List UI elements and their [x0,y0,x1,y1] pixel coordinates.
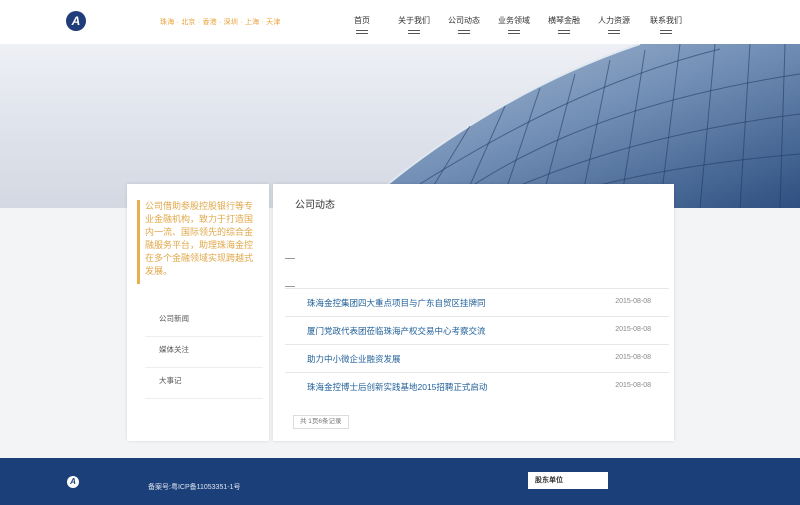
icp-record: 备案号:粤ICP备11053351-1号 [148,484,241,491]
divider [285,286,295,287]
side-item-media[interactable]: 媒体关注 [145,337,263,368]
side-menu: 公司新闻 媒体关注 大事记 [145,306,263,399]
news-title[interactable]: 珠海金控博士后创新实践基地2015招聘正式启动 [307,381,487,393]
news-date: 2015-08-08 [615,382,651,389]
logo-icon[interactable]: A [66,11,86,31]
list-item[interactable]: 助力中小微企业融资发展 2015-08-08 [285,344,669,372]
nav-contact[interactable]: 联系我们 [650,15,682,34]
site-header: A 珠海 · 北京 · 香港 · 深圳 · 上海 · 天津 首页 关于我们 公司… [0,0,800,44]
side-item-company-news[interactable]: 公司新闻 [145,306,263,337]
nav-hengqin-finance[interactable]: 横琴金融 [548,15,580,34]
news-date: 2015-08-08 [615,298,651,305]
nav-indicator-icon [408,30,420,34]
nav-hr[interactable]: 人力资源 [598,15,630,34]
city-list: 珠海 · 北京 · 香港 · 深圳 · 上海 · 天津 [160,19,281,26]
pagination-info: 共 1页6条记录 [293,415,349,429]
nav-indicator-icon [508,30,520,34]
nav-indicator-icon [558,30,570,34]
list-item[interactable]: 珠海金控集团四大重点项目与广东自贸区挂牌同 2015-08-08 [285,288,669,316]
news-title[interactable]: 珠海金控集团四大重点项目与广东自贸区挂牌同 [307,297,486,309]
nav-home[interactable]: 首页 [354,15,370,34]
shareholder-select[interactable]: 股东单位 [528,472,608,489]
nav-indicator-icon [660,30,672,34]
nav-indicator-icon [458,30,470,34]
divider [285,258,295,259]
news-title[interactable]: 助力中小微企业融资发展 [307,353,401,365]
news-panel: 公司动态 珠海金控集团四大重点项目与广东自贸区挂牌同 2015-08-08 厦门… [273,184,674,441]
nav-indicator-icon [608,30,620,34]
site-footer: A 备案号:粤ICP备11053351-1号 股东单位 [0,458,800,505]
nav-news[interactable]: 公司动态 [448,15,480,34]
list-item[interactable]: 厦门党政代表团莅临珠海产权交易中心考察交流 2015-08-08 [285,316,669,344]
page-title: 公司动态 [295,200,335,211]
news-title[interactable]: 厦门党政代表团莅临珠海产权交易中心考察交流 [307,325,486,337]
footer-logo-icon[interactable]: A [67,476,79,488]
side-item-milestones[interactable]: 大事记 [145,368,263,399]
nav-indicator-icon [356,30,368,34]
news-date: 2015-08-08 [615,354,651,361]
news-list: 珠海金控集团四大重点项目与广东自贸区挂牌同 2015-08-08 厦门党政代表团… [285,288,669,400]
company-intro: 公司借助参股控股银行等专业金融机构，致力于打造国内一流、国际领先的综合金融服务平… [137,200,257,284]
nav-about[interactable]: 关于我们 [398,15,430,34]
list-item[interactable]: 珠海金控博士后创新实践基地2015招聘正式启动 2015-08-08 [285,372,669,400]
sidebar: 公司借助参股控股银行等专业金融机构，致力于打造国内一流、国际领先的综合金融服务平… [127,184,269,441]
nav-business[interactable]: 业务领域 [498,15,530,34]
news-date: 2015-08-08 [615,326,651,333]
